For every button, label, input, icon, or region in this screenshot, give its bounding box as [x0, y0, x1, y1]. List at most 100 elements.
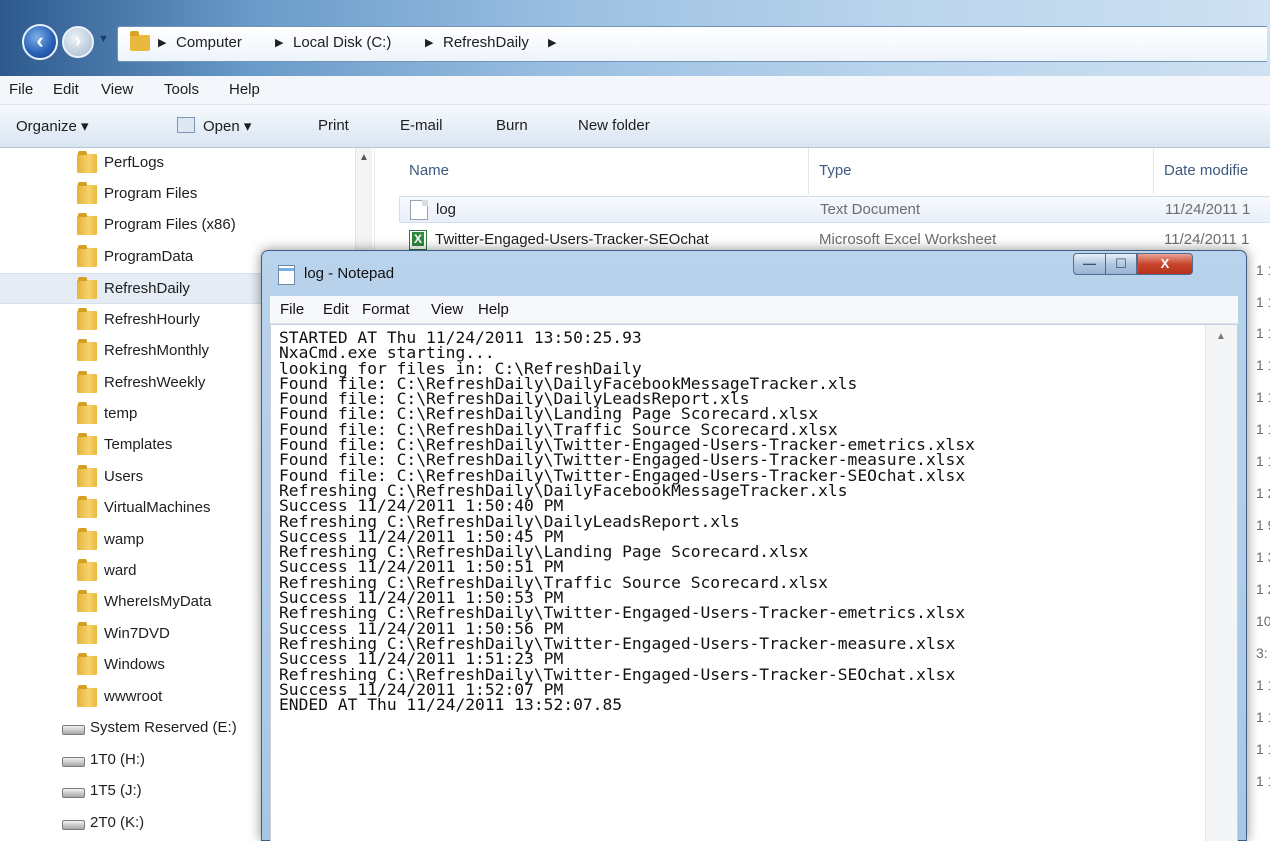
menu-help[interactable]: Help: [229, 81, 260, 98]
notepad-icon: [278, 265, 295, 285]
scroll-up-icon[interactable]: ▲: [1216, 331, 1226, 342]
date-fragment: 1 3: [1256, 549, 1270, 565]
breadcrumb-computer[interactable]: Computer: [176, 34, 242, 51]
nav-folder-label: wwwroot: [104, 688, 163, 705]
date-fragment: 1 1: [1256, 741, 1270, 757]
nav-folder-label: temp: [104, 405, 138, 422]
folder-icon: [77, 182, 97, 204]
nav-folder-label: Program Files (x86): [104, 216, 236, 233]
column-header-date[interactable]: Date modifie: [1164, 162, 1248, 179]
chevron-right-icon[interactable]: ▶: [158, 36, 166, 49]
nav-folder[interactable]: Program Files: [0, 179, 372, 210]
nav-folder-label: Program Files: [104, 185, 198, 202]
nav-folder[interactable]: Program Files (x86): [0, 210, 372, 241]
drive-icon: [62, 757, 85, 767]
close-button[interactable]: X: [1137, 253, 1193, 275]
menu-format[interactable]: Format: [362, 301, 410, 318]
scroll-up-icon[interactable]: ▲: [359, 152, 369, 163]
date-fragment: 1 1: [1256, 421, 1270, 437]
folder-icon: [77, 213, 97, 235]
recent-pages-dropdown-icon[interactable]: ▼: [98, 33, 109, 45]
menu-view[interactable]: View: [431, 301, 463, 318]
chevron-right-icon[interactable]: ▶: [425, 36, 433, 49]
nav-drive-label: 1T0 (H:): [90, 751, 146, 768]
file-row[interactable]: log Text Document 11/24/2011 1: [399, 196, 1270, 223]
drive-icon: [62, 725, 85, 735]
burn-button[interactable]: Burn: [496, 117, 528, 134]
drive-icon: [62, 820, 85, 830]
nav-drive-label: 2T0 (K:): [90, 814, 145, 831]
folder-icon: [77, 308, 97, 330]
folder-icon: [77, 277, 97, 299]
breadcrumb-local-disk[interactable]: Local Disk (C:): [293, 34, 391, 51]
notepad-menu-bar: File Edit Format View Help: [270, 296, 1238, 324]
command-bar: Organize ▾ Open ▾ Print E-mail Burn New …: [0, 105, 1270, 148]
nav-folder-label: Users: [104, 468, 144, 485]
folder-icon: [77, 559, 97, 581]
file-type: Microsoft Excel Worksheet: [819, 231, 997, 248]
folder-icon: [130, 31, 150, 51]
maximize-button[interactable]: ☐: [1105, 253, 1137, 275]
nav-folder-label: ward: [104, 562, 137, 579]
date-fragment: 1 1: [1256, 453, 1270, 469]
chevron-right-icon[interactable]: ▶: [275, 36, 283, 49]
folder-icon: [77, 685, 97, 707]
nav-folder-label: RefreshDaily: [104, 280, 190, 297]
file-name: Twitter-Engaged-Users-Tracker-SEOchat: [435, 231, 709, 248]
menu-edit[interactable]: Edit: [53, 81, 79, 98]
excel-file-icon: [409, 230, 427, 250]
date-fragment: 1 1: [1256, 357, 1270, 373]
notepad-window: log - Notepad — ☐ X File Edit Format Vie…: [261, 250, 1247, 841]
new-folder-button[interactable]: New folder: [578, 117, 650, 134]
folder-icon: [77, 653, 97, 675]
file-date: 11/24/2011 1: [1165, 201, 1251, 218]
menu-view[interactable]: View: [101, 81, 133, 98]
date-fragment: 1 9: [1256, 517, 1270, 533]
column-divider[interactable]: [808, 148, 809, 194]
date-fragment: 1 1: [1256, 709, 1270, 725]
nav-drive-label: 1T5 (J:): [90, 782, 142, 799]
menu-file[interactable]: File: [9, 81, 33, 98]
address-box[interactable]: ▶ Computer ▶ Local Disk (C:) ▶ RefreshDa…: [117, 26, 1267, 62]
email-button[interactable]: E-mail: [400, 117, 443, 134]
nav-folder-label: RefreshMonthly: [104, 342, 210, 359]
notepad-titlebar[interactable]: log - Notepad — ☐ X: [262, 251, 1246, 296]
notepad-scrollbar[interactable]: ▲: [1205, 325, 1237, 841]
folder-icon: [77, 590, 97, 612]
menu-tools[interactable]: Tools: [164, 81, 199, 98]
print-button[interactable]: Print: [318, 117, 349, 134]
folder-icon: [77, 371, 97, 393]
address-bar: ‹ › ▼ ▶ Computer ▶ Local Disk (C:) ▶ Ref…: [0, 0, 1270, 76]
nav-folder-label: WhereIsMyData: [104, 593, 212, 610]
forward-button[interactable]: ›: [62, 26, 94, 58]
nav-folder[interactable]: PerfLogs: [0, 148, 372, 179]
date-fragment: 1 2: [1256, 485, 1270, 501]
nav-folder-label: RefreshWeekly: [104, 374, 206, 391]
menu-help[interactable]: Help: [478, 301, 509, 318]
menu-file[interactable]: File: [280, 301, 304, 318]
date-fragment: 1 1: [1256, 389, 1270, 405]
menu-edit[interactable]: Edit: [323, 301, 349, 318]
drive-icon: [62, 788, 85, 798]
chevron-right-icon[interactable]: ▶: [548, 36, 556, 49]
date-fragment: 1 1: [1256, 773, 1270, 789]
notepad-text-area[interactable]: STARTED AT Thu 11/24/2011 13:50:25.93 Nxa…: [270, 324, 1238, 841]
nav-folder-label: Windows: [104, 656, 165, 673]
back-button[interactable]: ‹: [22, 24, 58, 60]
column-divider[interactable]: [1153, 148, 1154, 194]
column-header-type[interactable]: Type: [819, 162, 852, 179]
column-header-name[interactable]: Name: [409, 162, 449, 179]
minimize-button[interactable]: —: [1073, 253, 1106, 275]
nav-folder-label: Win7DVD: [104, 625, 170, 642]
breadcrumb-refreshdaily[interactable]: RefreshDaily: [443, 34, 529, 51]
text-file-icon: [410, 200, 428, 220]
folder-icon: [77, 465, 97, 487]
open-button[interactable]: Open ▾: [203, 117, 251, 135]
folder-icon: [77, 496, 97, 518]
file-date: 11/24/2011 1: [1164, 231, 1250, 248]
log-line: ENDED AT Thu 11/24/2011 13:52:07.85: [279, 695, 623, 715]
file-type: Text Document: [820, 201, 921, 218]
folder-icon: [77, 433, 97, 455]
organize-button[interactable]: Organize ▾: [16, 117, 89, 135]
nav-folder-label: RefreshHourly: [104, 311, 200, 328]
